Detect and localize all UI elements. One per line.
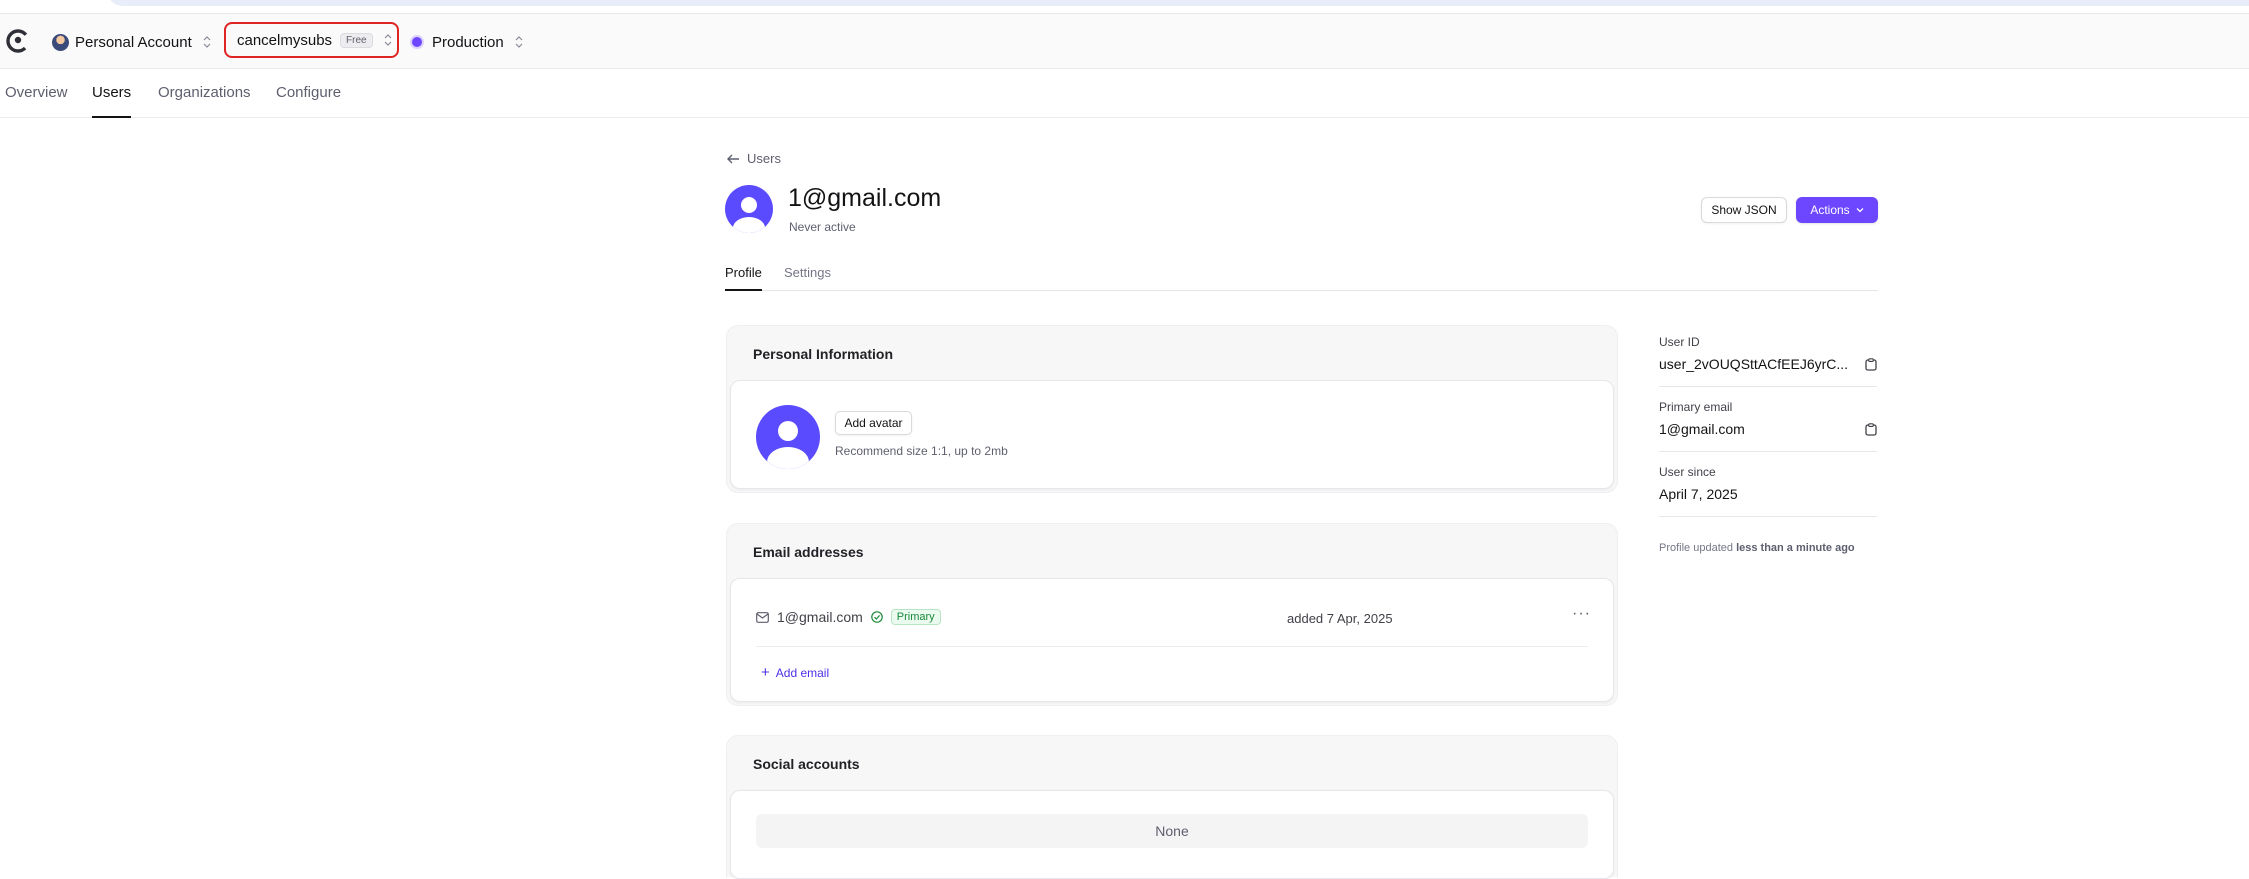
chevron-up-down-icon <box>203 36 211 48</box>
updated-prefix: Profile updated <box>1659 542 1733 554</box>
avatar-hint: Recommend size 1:1, up to 2mb <box>835 444 1008 458</box>
list-item: 1@gmail.com Primary <box>756 609 1592 625</box>
email-addresses-card: Email addresses 1@gmail.com Primary adde… <box>726 523 1618 706</box>
page-title: 1@gmail.com <box>788 184 942 212</box>
card-title: Personal Information <box>753 346 894 362</box>
tab-settings[interactable]: Settings <box>784 265 831 291</box>
divider <box>1659 386 1877 387</box>
top-bar: Personal Account cancelmysubs Free Produ… <box>0 14 2249 69</box>
social-accounts-body: None <box>730 790 1614 879</box>
user-id-value: user_2vOUQSttACfEEJ6yrC... <box>1659 356 1849 372</box>
application-switcher[interactable]: cancelmysubs Free <box>224 22 399 58</box>
copy-icon[interactable] <box>1865 422 1877 436</box>
tab-users[interactable]: Users <box>92 84 132 118</box>
personal-information-body: Add avatar Recommend size 1:1, up to 2mb <box>730 380 1614 489</box>
tab-profile[interactable]: Profile <box>725 265 762 291</box>
profile-updated-text: Profile updated less than a minute ago <box>1659 542 1855 554</box>
email-addresses-body: 1@gmail.com Primary added 7 Apr, 2025 ··… <box>730 578 1614 702</box>
environment-dot-icon <box>412 37 422 47</box>
mail-icon <box>756 611 769 623</box>
main-nav: Overview Users Organizations Configure <box>0 70 2249 118</box>
card-title: Email addresses <box>753 544 864 560</box>
browser-toolbar-edge <box>0 0 2249 14</box>
plus-icon: + <box>761 664 770 681</box>
card-title: Social accounts <box>753 756 860 772</box>
personal-information-card: Personal Information Add avatar Recommen… <box>726 325 1618 493</box>
clerk-logo-icon[interactable] <box>6 29 30 53</box>
primary-email-value: 1@gmail.com <box>1659 421 1745 437</box>
chevron-down-icon <box>1856 208 1864 213</box>
plan-badge: Free <box>340 32 373 48</box>
add-avatar-button[interactable]: Add avatar <box>835 411 912 435</box>
divider <box>756 646 1588 647</box>
back-label: Users <box>747 151 781 166</box>
divider <box>1659 451 1877 452</box>
tab-organizations[interactable]: Organizations <box>158 84 251 118</box>
updated-value: less than a minute ago <box>1736 542 1855 554</box>
more-options-icon[interactable]: ··· <box>1572 605 1591 623</box>
primary-email-field: Primary email 1@gmail.com <box>1659 400 1877 437</box>
tab-overview[interactable]: Overview <box>5 84 68 118</box>
user-since-field: User since April 7, 2025 <box>1659 465 1877 502</box>
account-name: Personal Account <box>75 33 192 51</box>
add-email-label: Add email <box>775 666 830 680</box>
application-name: cancelmysubs <box>237 31 333 49</box>
back-to-users-link[interactable]: Users <box>727 151 781 166</box>
account-avatar <box>52 33 69 51</box>
address-bar-edge <box>108 0 2249 6</box>
user-id-label: User ID <box>1659 335 1700 349</box>
user-since-value: April 7, 2025 <box>1659 486 1738 502</box>
user-since-label: User since <box>1659 465 1716 479</box>
email-address: 1@gmail.com <box>777 609 863 625</box>
add-email-button[interactable]: + Add email <box>761 664 830 681</box>
last-active-status: Never active <box>789 220 856 234</box>
avatar <box>725 185 773 233</box>
primary-email-label: Primary email <box>1659 400 1733 414</box>
empty-state: None <box>756 814 1588 848</box>
copy-icon[interactable] <box>1865 357 1877 371</box>
environment-switcher[interactable]: Production <box>412 27 524 57</box>
chevron-up-down-icon <box>384 34 392 46</box>
user-id-field: User ID user_2vOUQSttACfEEJ6yrC... <box>1659 335 1877 372</box>
verified-check-icon <box>870 611 883 623</box>
profile-subtabs: Profile Settings <box>725 262 1878 291</box>
primary-badge: Primary <box>890 609 941 625</box>
divider <box>1659 516 1877 517</box>
actions-button[interactable]: Actions <box>1796 197 1878 223</box>
show-json-button[interactable]: Show JSON <box>1701 197 1787 223</box>
actions-label: Actions <box>1810 203 1850 217</box>
social-accounts-card: Social accounts None <box>726 735 1618 879</box>
email-added-date: added 7 Apr, 2025 <box>1287 611 1393 626</box>
account-switcher[interactable]: Personal Account <box>52 27 212 57</box>
arrow-left-icon <box>727 154 739 163</box>
avatar <box>756 405 820 469</box>
environment-name: Production <box>432 33 504 51</box>
chevron-up-down-icon <box>515 36 523 48</box>
tab-configure[interactable]: Configure <box>276 84 341 118</box>
